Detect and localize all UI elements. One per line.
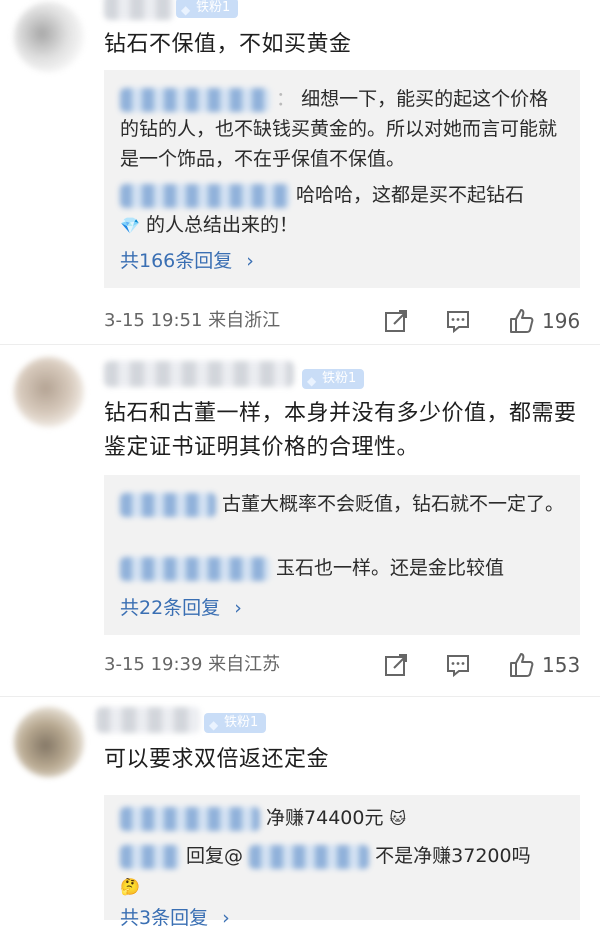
- comment-icon[interactable]: [444, 307, 472, 335]
- diamond-icon: ◆: [307, 374, 317, 388]
- reply-username-blurred[interactable]: [120, 806, 260, 831]
- badge-label: 铁粉1: [196, 0, 231, 15]
- reply-item[interactable]: 古董大概率不会贬值，钻石就不一定了。: [120, 489, 566, 519]
- thinking-emoji-icon: 🤔: [120, 877, 140, 896]
- reply-text: 哈哈哈，这都是买不起钻石: [296, 184, 525, 206]
- reply-box[interactable]: 净赚74400元 🐱 回复@ 不是净赚37200吗 🤔 共3条回复 ›: [104, 795, 580, 929]
- fan-badge: ◆ 铁粉1: [302, 369, 365, 389]
- share-icon[interactable]: [382, 651, 410, 679]
- view-replies-label: 共166条回复: [120, 250, 233, 272]
- comment-meta: 3-15 19:39 来自江苏 153: [104, 650, 580, 680]
- fan-badge: ◆ 铁粉1: [204, 713, 267, 733]
- comment-text: 钻石不保值，不如买黄金: [104, 32, 352, 57]
- comment-icon[interactable]: [444, 651, 472, 679]
- reply-username-blurred[interactable]: [120, 492, 216, 517]
- diamond-emoji-icon: 💎: [120, 216, 140, 235]
- view-replies-label: 共3条回复: [120, 907, 209, 929]
- thumbs-up-icon[interactable]: [507, 651, 535, 679]
- timestamp-location: 3-15 19:39 来自江苏: [104, 654, 281, 675]
- thumbs-up-icon[interactable]: [507, 307, 535, 335]
- reply-username-blurred[interactable]: [120, 87, 270, 112]
- comment-item: ◆ 铁粉1 可以要求双倍返还定金 净赚74400元 🐱 回复@ 不是净赚3720…: [0, 697, 600, 929]
- reply-item[interactable]: 玉石也一样。还是金比较值: [120, 553, 566, 583]
- badge-label: 铁粉1: [322, 371, 357, 386]
- mention-username-blurred[interactable]: [249, 844, 370, 869]
- reply-username-blurred[interactable]: [120, 556, 270, 581]
- username-blurred[interactable]: [96, 707, 200, 733]
- badge-label: 铁粉1: [224, 715, 259, 730]
- timestamp-location: 3-15 19:51 来自浙江: [104, 310, 281, 331]
- username-blurred[interactable]: [104, 0, 174, 20]
- view-replies-label: 共22条回复: [120, 597, 221, 619]
- comment-item: ◆ 铁粉1 钻石不保值，不如买黄金 ： 细想一下，能买的起这个价格的钻的人，也不…: [0, 0, 600, 345]
- chevron-right-icon: ›: [234, 597, 242, 619]
- share-icon[interactable]: [382, 307, 410, 335]
- view-replies-link[interactable]: 共22条回复 ›: [120, 593, 242, 620]
- reply-box[interactable]: ： 细想一下，能买的起这个价格的钻的人，也不缺钱买黄金的。所以对她而言可能就是一…: [104, 70, 580, 288]
- username-blurred[interactable]: [104, 361, 294, 387]
- reply-text-continued: 的人总结出来的！: [145, 214, 298, 236]
- reply-item[interactable]: 净赚74400元 🐱: [120, 803, 566, 834]
- chevron-right-icon: ›: [246, 250, 254, 272]
- like-count: 153: [542, 653, 581, 677]
- like-count: 196: [542, 309, 581, 333]
- avatar[interactable]: [14, 2, 84, 72]
- reply-box[interactable]: 古董大概率不会贬值，钻石就不一定了。 玉石也一样。还是金比较值 共22条回复 ›: [104, 475, 580, 635]
- diamond-icon: ◆: [209, 718, 219, 732]
- reply-item[interactable]: 哈哈哈，这都是买不起钻石 💎 的人总结出来的！: [120, 180, 566, 241]
- reply-item[interactable]: ： 细想一下，能买的起这个价格的钻的人，也不缺钱买黄金的。所以对她而言可能就是一…: [120, 84, 566, 174]
- avatar[interactable]: [14, 707, 84, 777]
- diamond-icon: ◆: [181, 3, 191, 17]
- view-replies-link[interactable]: 共3条回复 ›: [120, 903, 230, 930]
- view-replies-link[interactable]: 共166条回复 ›: [120, 246, 254, 273]
- reply-prefix: ：: [276, 88, 296, 110]
- comment-item: ◆ 铁粉1 钻石和古董一样，本身并没有多少价值，都需要鉴定证书证明其价格的合理性…: [0, 345, 600, 697]
- reply-prefix: 回复@: [186, 845, 244, 867]
- reply-text: 不是净赚37200吗: [375, 845, 531, 867]
- reply-text: 古董大概率不会贬值，钻石就不一定了。: [222, 493, 565, 515]
- fan-badge: ◆ 铁粉1: [176, 0, 239, 18]
- reply-item[interactable]: 回复@ 不是净赚37200吗 🤔: [120, 841, 566, 902]
- comment-text: 可以要求双倍返还定金: [104, 747, 330, 772]
- chevron-right-icon: ›: [222, 907, 230, 929]
- cat-emoji-icon: 🐱: [389, 809, 407, 828]
- reply-text: 净赚74400元: [266, 807, 384, 829]
- comment-meta: 3-15 19:51 来自浙江 196: [104, 306, 580, 336]
- reply-username-blurred[interactable]: [120, 183, 290, 208]
- comment-text: 钻石和古董一样，本身并没有多少价值，都需要鉴定证书证明其价格的合理性。: [104, 401, 577, 460]
- avatar[interactable]: [14, 357, 84, 427]
- reply-text: 玉石也一样。还是金比较值: [276, 557, 505, 579]
- reply-username-blurred[interactable]: [120, 844, 180, 869]
